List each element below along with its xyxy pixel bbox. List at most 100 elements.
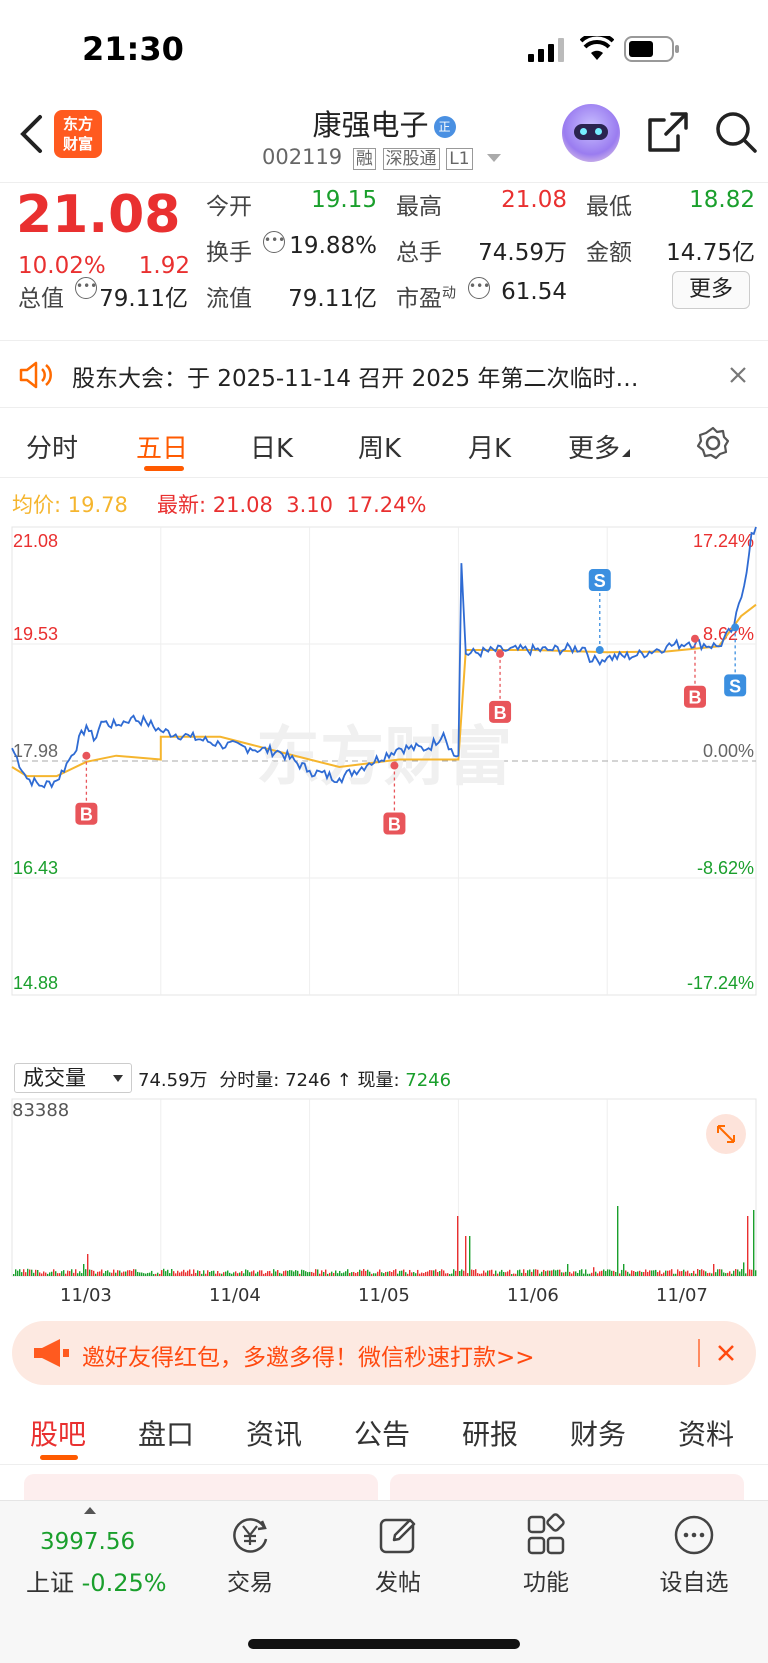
volume-bar bbox=[369, 1271, 371, 1276]
volume-bar bbox=[363, 1269, 365, 1276]
market-cap-value: 79.11亿 bbox=[99, 286, 188, 312]
volume-bar bbox=[545, 1271, 547, 1276]
y-axis-percent-label: 17.24% bbox=[693, 531, 754, 551]
volume-bar bbox=[631, 1270, 633, 1276]
tab-research[interactable]: 研报 bbox=[462, 1413, 518, 1453]
volume-frame bbox=[11, 1098, 757, 1277]
tab-order-book[interactable]: 盘口 bbox=[138, 1413, 194, 1453]
pe-value: 61.54 bbox=[501, 279, 567, 305]
volume-value: 74.59万 bbox=[478, 240, 567, 266]
latest-change-pct: 17.24% bbox=[346, 493, 427, 517]
volume-bar bbox=[241, 1271, 243, 1276]
info-icon[interactable]: ••• bbox=[75, 277, 97, 299]
volume-bar bbox=[655, 1269, 657, 1276]
tab-weekly-k[interactable]: 周K bbox=[358, 428, 401, 465]
volume-bar bbox=[159, 1273, 161, 1276]
search-icon[interactable] bbox=[714, 110, 758, 154]
stock-name: 康强电子 bbox=[312, 108, 429, 142]
tab-daily-k[interactable]: 日K bbox=[250, 428, 293, 465]
close-icon[interactable] bbox=[716, 1343, 736, 1363]
volume-bar bbox=[95, 1273, 97, 1276]
volume-bar bbox=[261, 1270, 263, 1276]
price-chart[interactable]: 21.08 17.24% 19.53 8.62% 17.98 0.00% 16.43 -8.6… bbox=[0, 525, 768, 1060]
tab-more[interactable]: 更多 bbox=[568, 428, 631, 465]
volume-bar bbox=[99, 1271, 101, 1276]
up-arrow-icon: ↑ bbox=[336, 1070, 352, 1091]
volume-bar bbox=[33, 1272, 35, 1276]
tab-five-day[interactable]: 五日 bbox=[136, 428, 188, 465]
forum-card[interactable] bbox=[24, 1474, 378, 1500]
tab-intraday[interactable]: 分时 bbox=[26, 428, 78, 465]
volume-bar bbox=[485, 1272, 487, 1276]
volume-bar bbox=[541, 1271, 543, 1276]
settings-gear-icon[interactable] bbox=[696, 426, 730, 460]
volume-bar bbox=[207, 1270, 209, 1276]
latest-value: 21.08 bbox=[212, 493, 273, 517]
last-price: 21.08 bbox=[16, 185, 181, 245]
info-icon[interactable]: ••• bbox=[468, 277, 490, 299]
volume-bar bbox=[423, 1273, 425, 1276]
volume-bar bbox=[497, 1273, 499, 1276]
clock: 21:30 bbox=[82, 30, 184, 68]
volume-bar bbox=[439, 1271, 441, 1276]
ai-assistant-robot-icon[interactable] bbox=[562, 104, 620, 162]
tab-finance[interactable]: 财务 bbox=[570, 1413, 626, 1453]
announcement-bar[interactable]: 股东大会：于 2025-11-14 召开 2025 年第二次临时… bbox=[0, 340, 768, 408]
volume-bar bbox=[419, 1273, 421, 1276]
volume-bar bbox=[637, 1271, 639, 1276]
volume-bar bbox=[621, 1269, 623, 1276]
volume-bar bbox=[603, 1269, 605, 1276]
promo-banner[interactable]: 邀好友得红包，多邀多得！微信秒速打款>> bbox=[12, 1321, 756, 1385]
tab-news[interactable]: 资讯 bbox=[246, 1413, 302, 1453]
tab-announcements[interactable]: 公告 bbox=[354, 1413, 410, 1453]
volume-bar bbox=[335, 1270, 337, 1276]
more-button[interactable]: 更多 bbox=[672, 271, 750, 309]
market-cap-label: 总值 bbox=[18, 286, 64, 312]
volume-bar bbox=[567, 1264, 569, 1276]
volume-bar bbox=[379, 1269, 381, 1276]
close-icon[interactable] bbox=[728, 365, 748, 385]
chart-legend: 均价: 19.78 最新: 21.08 3.10 17.24% bbox=[0, 485, 768, 521]
share-icon[interactable] bbox=[646, 110, 690, 154]
volume-bar bbox=[355, 1272, 357, 1276]
volume-bar bbox=[741, 1269, 743, 1276]
volume-bar bbox=[169, 1273, 171, 1276]
volume-bar bbox=[189, 1269, 191, 1276]
volume-bar bbox=[331, 1271, 333, 1276]
volume-bar bbox=[71, 1269, 73, 1276]
tab-profile[interactable]: 资料 bbox=[678, 1413, 734, 1453]
tab-forum[interactable]: 股吧 bbox=[30, 1413, 86, 1453]
volume-bar bbox=[421, 1272, 423, 1276]
volume-bar bbox=[733, 1270, 735, 1276]
tab-monthly-k[interactable]: 月K bbox=[468, 428, 511, 465]
volume-bar bbox=[61, 1271, 63, 1276]
volume-bar bbox=[501, 1269, 503, 1276]
volume-selector[interactable]: 成交量 bbox=[14, 1063, 132, 1093]
volume-bar bbox=[465, 1236, 467, 1276]
forum-card[interactable] bbox=[390, 1474, 744, 1500]
volume-bar bbox=[73, 1272, 75, 1276]
volume-bar bbox=[39, 1272, 41, 1276]
post-button[interactable]: 发帖 bbox=[348, 1513, 448, 1597]
volume-bar bbox=[619, 1273, 621, 1276]
latest-label: 最新: bbox=[157, 493, 207, 517]
volume-chart[interactable]: 83388 bbox=[0, 1096, 768, 1286]
expand-chart-button[interactable] bbox=[706, 1114, 746, 1154]
promo-text: 邀好友得红包，多邀多得！微信秒速打款>> bbox=[82, 1345, 535, 1371]
volume-bar bbox=[109, 1272, 111, 1276]
volume-bar bbox=[79, 1271, 81, 1276]
dropdown-caret-icon[interactable] bbox=[487, 154, 502, 162]
low-value: 18.82 bbox=[689, 187, 755, 213]
volume-bar bbox=[351, 1272, 353, 1276]
volume-bar bbox=[59, 1273, 61, 1276]
volume-bar bbox=[533, 1269, 535, 1276]
add-watchlist-button[interactable]: 设自选 bbox=[644, 1513, 744, 1597]
volume-bar bbox=[511, 1273, 513, 1276]
trade-button[interactable]: 交易 bbox=[200, 1513, 300, 1597]
buy-marker-label: B bbox=[80, 805, 93, 825]
functions-button[interactable]: 功能 bbox=[496, 1513, 596, 1597]
volume-bar bbox=[535, 1269, 537, 1276]
volume-bar bbox=[119, 1270, 121, 1276]
volume-bar bbox=[247, 1270, 249, 1276]
volume-bar bbox=[677, 1269, 679, 1276]
